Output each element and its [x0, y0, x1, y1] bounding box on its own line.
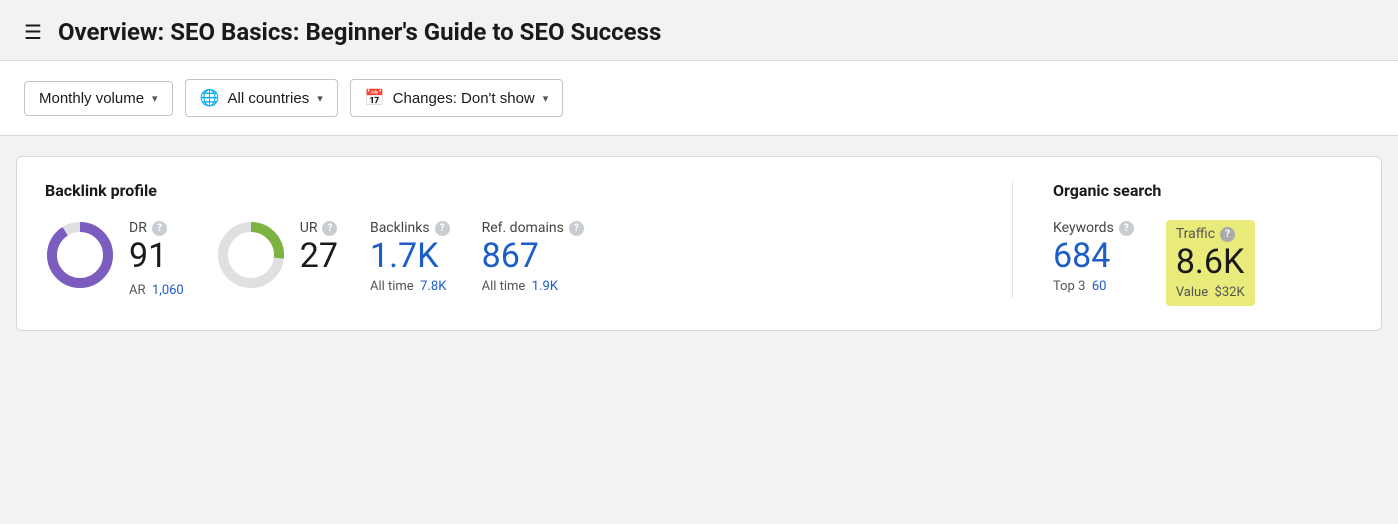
- backlinks-value: 1.7K: [370, 238, 450, 275]
- chevron-down-icon-3: ▾: [543, 92, 549, 105]
- backlinks-alltime-value: 7.8K: [420, 279, 446, 294]
- ref-domains-alltime-value: 1.9K: [532, 279, 558, 294]
- metrics-card: Backlink profile: [16, 156, 1382, 331]
- ar-row: AR 1,060: [129, 283, 184, 298]
- ref-domains-sub: All time 1.9K: [482, 279, 584, 294]
- ur-value: 27: [300, 238, 338, 275]
- backlink-profile-section: Backlink profile: [45, 181, 1013, 298]
- keywords-metric: Keywords ? 684 Top 3 60: [1053, 220, 1134, 294]
- ur-label: UR ?: [300, 220, 338, 236]
- globe-icon: 🌐: [200, 88, 220, 108]
- backlinks-sub: All time 7.8K: [370, 279, 450, 294]
- ref-domains-label: Ref. domains ?: [482, 220, 584, 236]
- keywords-value: 684: [1053, 238, 1134, 275]
- backlinks-label: Backlinks ?: [370, 220, 450, 236]
- keywords-top3-value: 60: [1092, 279, 1107, 294]
- dr-help-icon[interactable]: ?: [152, 221, 167, 236]
- backlink-profile-title: Backlink profile: [45, 181, 972, 200]
- traffic-value: 8.6K: [1176, 244, 1245, 281]
- organic-search-section: Organic search Keywords ? 684 Top 3 60: [1013, 181, 1353, 306]
- keywords-help-icon[interactable]: ?: [1119, 221, 1134, 236]
- page-title: Overview: SEO Basics: Beginner's Guide t…: [58, 18, 661, 46]
- ur-help-icon[interactable]: ?: [322, 221, 337, 236]
- dr-label: DR ?: [129, 220, 184, 236]
- ref-domains-metric: Ref. domains ? 867 All time 1.9K: [482, 220, 584, 294]
- header: ☰ Overview: SEO Basics: Beginner's Guide…: [0, 0, 1398, 61]
- traffic-label: Traffic ?: [1176, 226, 1245, 242]
- all-countries-label: All countries: [228, 90, 310, 107]
- ref-domains-value: 867: [482, 238, 584, 275]
- ur-metric: UR ? 27: [216, 220, 338, 290]
- keywords-sub: Top 3 60: [1053, 279, 1134, 294]
- calendar-icon: 📅: [365, 88, 385, 108]
- dr-value: 91: [129, 238, 184, 275]
- organic-metrics-row: Keywords ? 684 Top 3 60 Traffic ? 8.: [1053, 220, 1353, 306]
- changes-dropdown[interactable]: 📅 Changes: Don't show ▾: [350, 79, 564, 117]
- traffic-metric: Traffic ? 8.6K Value $32K: [1166, 220, 1255, 306]
- backlink-metrics-row: DR ? 91 AR 1,060: [45, 220, 972, 298]
- backlinks-metric: Backlinks ? 1.7K All time 7.8K: [370, 220, 450, 294]
- toolbar: Monthly volume ▾ 🌐 All countries ▾ 📅 Cha…: [0, 61, 1398, 136]
- hamburger-icon[interactable]: ☰: [24, 20, 42, 44]
- ref-domains-help-icon[interactable]: ?: [569, 221, 584, 236]
- main-content: Backlink profile: [0, 136, 1398, 351]
- traffic-help-icon[interactable]: ?: [1220, 227, 1235, 242]
- ur-donut-chart: [216, 220, 286, 290]
- ar-value: 1,060: [152, 283, 184, 298]
- monthly-volume-label: Monthly volume: [39, 90, 144, 107]
- organic-search-title: Organic search: [1053, 181, 1353, 200]
- monthly-volume-dropdown[interactable]: Monthly volume ▾: [24, 81, 173, 116]
- chevron-down-icon-2: ▾: [317, 92, 323, 105]
- all-countries-dropdown[interactable]: 🌐 All countries ▾: [185, 79, 338, 117]
- backlinks-help-icon[interactable]: ?: [435, 221, 450, 236]
- chevron-down-icon: ▾: [152, 92, 158, 105]
- keywords-label: Keywords ?: [1053, 220, 1134, 236]
- dr-metric: DR ? 91 AR 1,060: [45, 220, 184, 298]
- traffic-sub: Value $32K: [1176, 285, 1245, 300]
- ur-values: UR ? 27: [300, 220, 338, 275]
- dr-values: DR ? 91 AR 1,060: [129, 220, 184, 298]
- dr-donut-chart: [45, 220, 115, 290]
- changes-label: Changes: Don't show: [393, 90, 535, 107]
- traffic-value-amount: $32K: [1215, 285, 1245, 300]
